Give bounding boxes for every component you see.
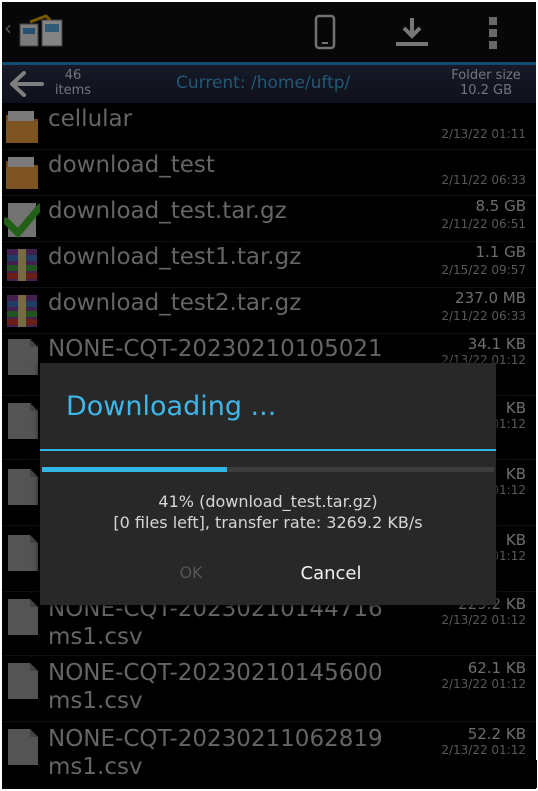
edge-strip <box>535 760 537 788</box>
app-screen: ‹ 46 items Current: /home/uftp/ Folder s… <box>2 2 536 789</box>
dialog-title: Downloading ... <box>66 391 277 422</box>
progress-percent-text: 41% (download_test.tar.gz) <box>158 492 378 511</box>
cancel-button[interactable]: Cancel <box>284 563 378 584</box>
progress-bar <box>42 467 494 472</box>
download-dialog: Downloading ... 41% (download_test.tar.g… <box>40 363 496 605</box>
progress-status: 41% (download_test.tar.gz) [0 files left… <box>40 491 496 533</box>
ok-button[interactable]: OK <box>158 563 224 582</box>
progress-bar-fill <box>42 467 228 472</box>
transfer-rate-text: [0 files left], transfer rate: 3269.2 KB… <box>113 513 423 532</box>
dialog-title-divider <box>40 449 496 451</box>
